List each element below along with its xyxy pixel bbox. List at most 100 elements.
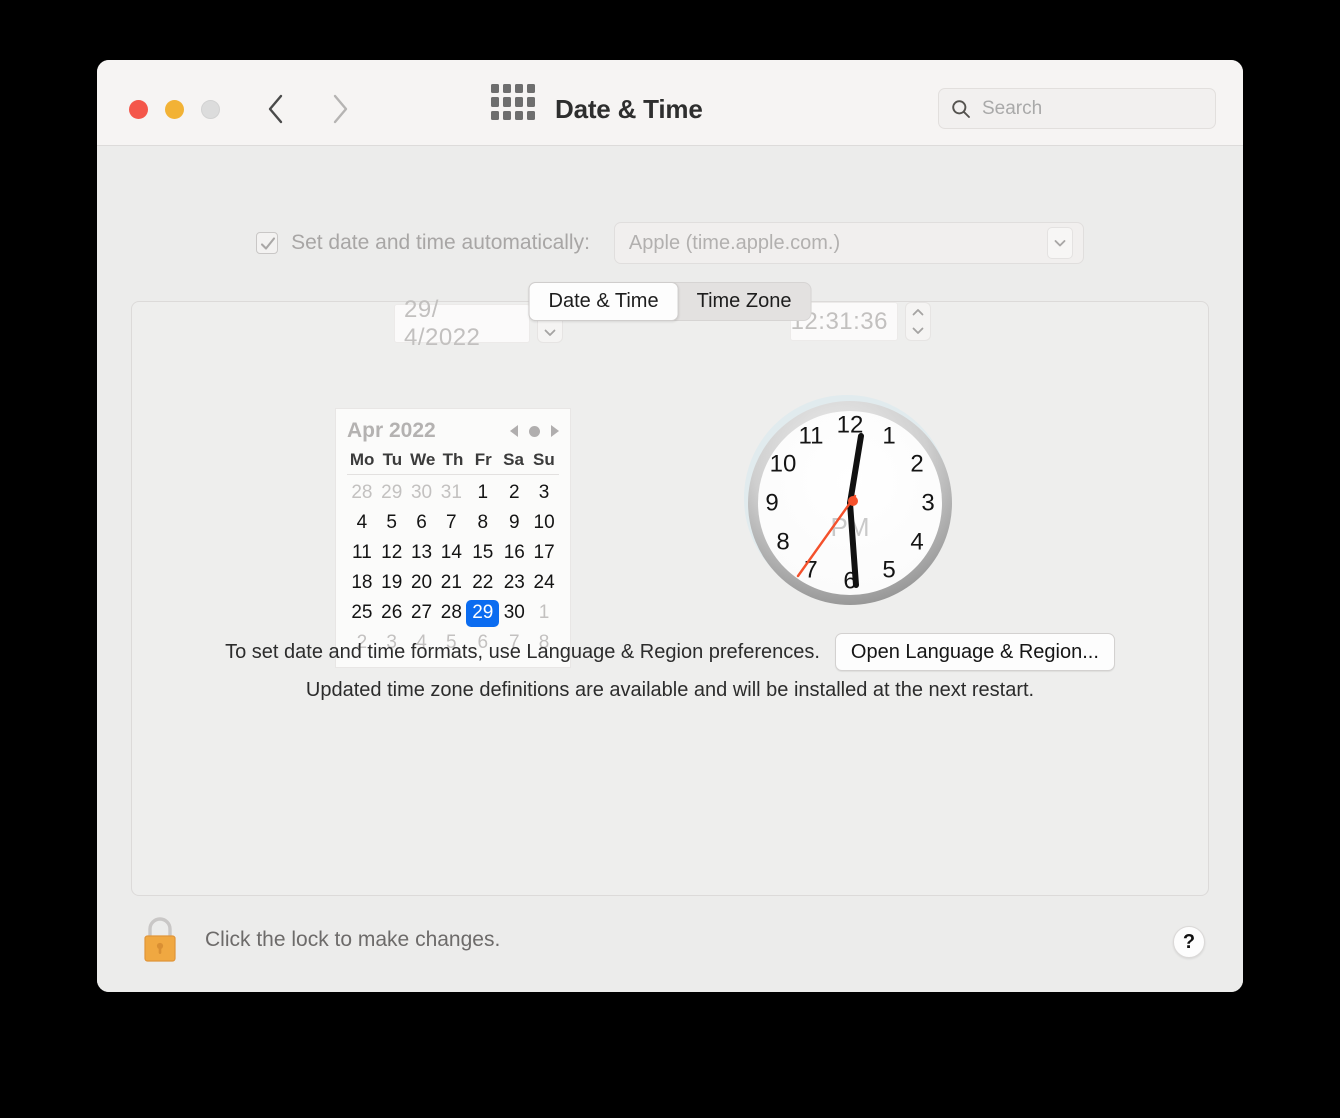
calendar-day-number: 17 <box>533 542 555 563</box>
calendar-day[interactable]: 11 <box>347 538 377 568</box>
calendar-day-number: 2 <box>508 482 520 503</box>
calendar-day-number: 27 <box>410 602 433 623</box>
lock-label: Click the lock to make changes. <box>205 928 501 951</box>
date-format-text: To set date and time formats, use Langua… <box>225 640 820 663</box>
calendar-day-number: 12 <box>381 542 403 563</box>
svg-text:4: 4 <box>910 529 923 556</box>
stepper-up-icon <box>912 308 924 316</box>
calendar-day[interactable]: 28 <box>347 478 377 508</box>
calendar-day[interactable]: 26 <box>377 598 407 628</box>
calendar-day[interactable]: 8 <box>466 508 499 538</box>
calendar-day[interactable]: 27 <box>407 598 437 628</box>
calendar-day[interactable]: 1 <box>466 478 499 508</box>
calendar-next-icon[interactable] <box>551 425 559 437</box>
calendar-day[interactable]: 21 <box>436 568 466 598</box>
calendar-weekday-mo: Mo <box>349 450 375 469</box>
calendar-nav <box>510 425 559 437</box>
svg-text:1: 1 <box>882 423 895 450</box>
calendar-day[interactable]: 15 <box>466 538 499 568</box>
close-button[interactable] <box>129 100 148 119</box>
calendar-widget[interactable]: Apr 2022 Mo Tu We Th Fr Sa Su 28 29 30 31 1 2 3 4 5 6 7 8… <box>335 408 571 668</box>
calendar-day-number: 29 <box>466 599 500 627</box>
calendar-day[interactable]: 29 <box>377 478 407 508</box>
calendar-day[interactable]: 30 <box>407 478 437 508</box>
calendar-day[interactable]: 16 <box>499 538 529 568</box>
search-field[interactable]: Search <box>938 88 1216 129</box>
calendar-day-number: 20 <box>410 572 433 593</box>
forward-chevron-icon[interactable] <box>329 92 351 126</box>
search-placeholder: Search <box>982 97 1043 119</box>
calendar-day[interactable]: 6 <box>407 508 437 538</box>
clock-center-cap <box>848 496 858 506</box>
calendar-day-number: 22 <box>472 572 494 593</box>
calendar-day[interactable]: 18 <box>347 568 377 598</box>
calendar-day[interactable]: 3 <box>529 478 559 508</box>
calendar-day[interactable]: 28 <box>436 598 466 628</box>
time-stepper[interactable] <box>905 302 931 341</box>
open-language-region-button[interactable]: Open Language & Region... <box>834 633 1115 671</box>
calendar-day[interactable]: 12 <box>377 538 407 568</box>
calendar-day-number: 26 <box>381 602 403 623</box>
svg-text:2: 2 <box>910 451 923 478</box>
calendar-day-number: 1 <box>538 602 550 623</box>
calendar-day-number: 6 <box>416 512 427 533</box>
calendar-day-grid: 28 29 30 31 1 2 3 4 5 6 7 8 9 10 11 12 13 14 15 16 17 18 19 20 2… <box>347 478 559 658</box>
svg-text:11: 11 <box>799 423 824 450</box>
calendar-day[interactable]: 30 <box>499 598 529 628</box>
calendar-day-number: 24 <box>533 572 555 593</box>
calendar-day[interactable]: 25 <box>347 598 377 628</box>
svg-text:5: 5 <box>882 557 895 584</box>
calendar-month-label: Apr 2022 <box>347 419 436 442</box>
calendar-day[interactable]: 14 <box>436 538 466 568</box>
calendar-today-icon[interactable] <box>529 425 540 437</box>
show-all-grid-icon[interactable] <box>491 84 535 120</box>
minimize-button[interactable] <box>165 100 184 119</box>
help-button[interactable]: ? <box>1173 926 1205 958</box>
calendar-day[interactable]: 31 <box>436 478 466 508</box>
set-automatically-checkbox <box>256 232 279 254</box>
back-chevron-icon[interactable] <box>265 92 287 126</box>
svg-text:8: 8 <box>776 529 789 556</box>
calendar-day-number: 25 <box>351 602 373 623</box>
calendar-header: Apr 2022 <box>347 419 559 443</box>
svg-text:7: 7 <box>804 557 817 584</box>
set-automatically-label: Set date and time automatically: <box>291 231 590 254</box>
calendar-day[interactable]: 17 <box>529 538 559 568</box>
calendar-day[interactable]: 19 <box>377 568 407 598</box>
lock-row[interactable]: Click the lock to make changes. <box>137 914 500 966</box>
calendar-day-number: 28 <box>440 602 462 623</box>
calendar-prev-icon[interactable] <box>510 425 518 437</box>
svg-text:10: 10 <box>770 451 797 478</box>
date-input[interactable]: 29/ 4/2022 <box>394 296 530 351</box>
calendar-day[interactable]: 7 <box>436 508 466 538</box>
calendar-day[interactable]: 13 <box>407 538 437 568</box>
calendar-day-number: 21 <box>440 572 462 593</box>
calendar-day[interactable]: 2 <box>499 478 529 508</box>
calendar-day[interactable]: 23 <box>499 568 529 598</box>
time-server-value: Apple (time.apple.com.) <box>628 231 841 254</box>
calendar-day[interactable]: 1 <box>529 598 559 628</box>
preferences-body: Date & Time Time Zone Set date and time … <box>97 146 1243 992</box>
calendar-weekday-tu: Tu <box>382 450 403 469</box>
set-automatically-row: Set date and time automatically: Apple (… <box>97 222 1243 264</box>
calendar-day-selected[interactable]: 29 <box>466 598 500 628</box>
desktop-backdrop: Date & Time Search Date & Time Time Zone <box>0 0 1340 1118</box>
calendar-day[interactable]: 5 <box>377 508 407 538</box>
calendar-day-number: 30 <box>503 602 525 623</box>
calendar-day-number: 31 <box>440 482 462 503</box>
stepper-down-icon <box>912 327 924 335</box>
calendar-day[interactable]: 24 <box>529 568 559 598</box>
chevron-down-icon <box>1046 227 1073 259</box>
date-format-row: To set date and time formats, use Langua… <box>97 633 1243 671</box>
navigation-buttons <box>265 92 351 126</box>
calendar-day-number: 29 <box>381 482 403 503</box>
calendar-day[interactable]: 9 <box>499 508 529 538</box>
calendar-day[interactable]: 20 <box>407 568 437 598</box>
tab-date-and-time[interactable]: Date & Time <box>528 282 679 321</box>
tab-time-zone[interactable]: Time Zone <box>678 283 811 320</box>
calendar-day[interactable]: 4 <box>347 508 377 538</box>
svg-text:9: 9 <box>765 490 778 517</box>
lock-closed-icon <box>144 917 176 962</box>
calendar-day[interactable]: 22 <box>466 568 499 598</box>
calendar-day[interactable]: 10 <box>529 508 559 538</box>
